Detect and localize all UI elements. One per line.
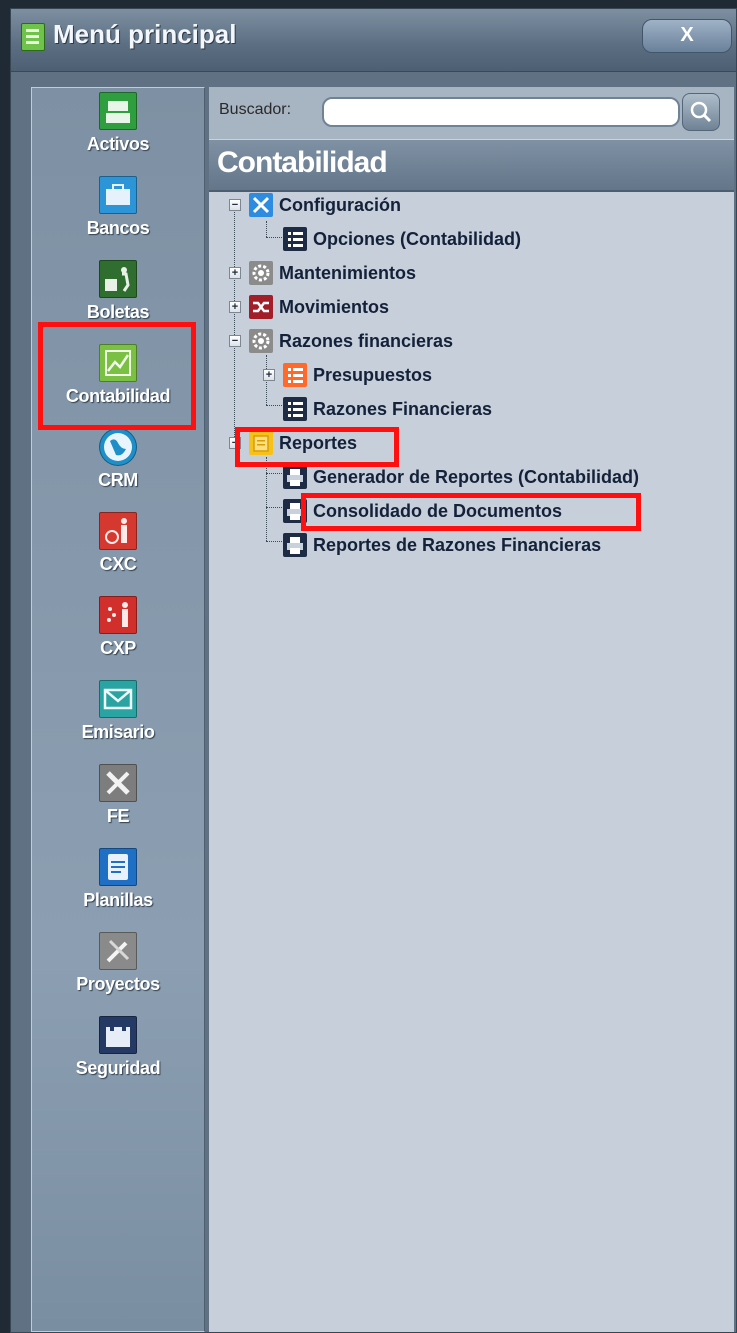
tree-node-reportes-razones[interactable]: Reportes de Razones Financieras — [263, 531, 733, 561]
window-title: Menú principal — [53, 19, 237, 49]
list-icon — [283, 227, 307, 251]
sidebar-item-activos[interactable]: Activos — [32, 92, 204, 155]
gear-icon — [249, 329, 273, 353]
collapse-icon[interactable]: − — [229, 335, 241, 347]
list-icon — [283, 397, 307, 421]
tree-node-label: Movimientos — [279, 297, 390, 317]
tree-node-label: Razones financieras — [279, 331, 454, 351]
section-title: Contabilidad — [217, 146, 388, 179]
expand-icon[interactable]: + — [229, 267, 241, 279]
cash-register-icon — [99, 92, 137, 130]
sidebar-item-label: Boletas — [86, 302, 150, 322]
list-icon — [283, 363, 307, 387]
wrench-screwdriver-icon — [249, 193, 273, 217]
tree-node-label: Opciones (Contabilidad) — [313, 229, 522, 249]
sidebar-item-proyectos[interactable]: Proyectos — [32, 932, 204, 995]
close-button[interactable]: X — [642, 19, 732, 53]
tree-node-label: Razones Financieras — [313, 399, 493, 419]
tree-node-configuracion[interactable]: − Configuración — [229, 191, 589, 221]
expand-icon[interactable]: + — [229, 301, 241, 313]
tree-node-movimientos[interactable]: + Movimientos — [229, 293, 589, 323]
sidebar-item-label: CXP — [100, 638, 136, 658]
tree-node-presupuestos[interactable]: + Presupuestos — [263, 361, 623, 391]
search-button[interactable] — [682, 93, 720, 131]
sidebar-item-seguridad[interactable]: Seguridad — [32, 1016, 204, 1079]
tree-node-generador-reportes[interactable]: Generador de Reportes (Contabilidad) — [263, 463, 733, 493]
tree-node-label: Reportes de Razones Financieras — [313, 535, 602, 555]
sidebar-item-fe[interactable]: FE — [32, 764, 204, 827]
sidebar-item-bancos[interactable]: Bancos — [32, 176, 204, 239]
sidebar-item-label: Emisario — [81, 722, 155, 742]
printer-icon — [283, 465, 307, 489]
envelope-icon — [99, 680, 137, 718]
menu-tree: − Configuración Opciones (Contabilidad) … — [209, 191, 734, 1332]
printer-icon — [283, 533, 307, 557]
menu-app-icon — [21, 23, 45, 51]
expand-icon[interactable]: + — [263, 369, 275, 381]
main-menu-window: Menú principal X Activos Bancos Boletas … — [10, 8, 737, 1333]
tree-node-razones-financieras-child[interactable]: Razones Financieras — [263, 395, 623, 425]
sidebar-item-crm[interactable]: CRM — [32, 428, 204, 491]
search-label: Buscador: — [219, 101, 292, 118]
briefcase-icon — [99, 176, 137, 214]
sidebar-item-label: CXC — [99, 554, 137, 574]
person-money-icon — [99, 512, 137, 550]
tree-node-label: Generador de Reportes (Contabilidad) — [313, 467, 640, 487]
gear-icon — [249, 261, 273, 285]
collapse-icon[interactable]: − — [229, 199, 241, 211]
sidebar-item-cxp[interactable]: CXP — [32, 596, 204, 659]
reportes-highlight — [235, 427, 399, 467]
tree-node-label: Presupuestos — [313, 365, 433, 385]
sidebar-item-label: Proyectos — [76, 974, 160, 994]
sidebar-item-label: Activos — [86, 134, 150, 154]
pencil-ruler-icon — [99, 932, 137, 970]
contabilidad-highlight — [38, 322, 196, 430]
globe-icon — [99, 428, 137, 466]
castle-icon — [99, 1016, 137, 1054]
tree-node-opciones[interactable]: Opciones (Contabilidad) — [263, 225, 683, 255]
search-bar: Buscador: — [209, 87, 734, 139]
sidebar-item-label: CRM — [98, 470, 138, 490]
sidebar-item-label: FE — [106, 806, 130, 826]
tree-node-razones-financieras[interactable]: − Razones financieras — [229, 327, 589, 357]
tree-node-label: Configuración — [279, 195, 401, 215]
search-icon — [690, 101, 712, 123]
document-icon — [99, 848, 137, 886]
tools-icon — [99, 764, 137, 802]
title-bar: Menú principal X — [11, 9, 736, 72]
search-input[interactable] — [322, 97, 680, 127]
delivery-icon — [99, 260, 137, 298]
shuffle-icon — [249, 295, 273, 319]
sidebar-item-label: Seguridad — [75, 1058, 161, 1078]
consolidado-highlight — [301, 493, 641, 531]
tree-node-mantenimientos[interactable]: + Mantenimientos — [229, 259, 589, 289]
window-body: Activos Bancos Boletas Contabilidad CRM … — [11, 79, 736, 1332]
sidebar-item-boletas[interactable]: Boletas — [32, 260, 204, 323]
sidebar-item-planillas[interactable]: Planillas — [32, 848, 204, 911]
sidebar-item-cxc[interactable]: CXC — [32, 512, 204, 575]
module-panel: Buscador: Contabilidad − Configuración O… — [209, 87, 734, 1332]
person-coins-icon — [99, 596, 137, 634]
tree-node-label: Mantenimientos — [279, 263, 417, 283]
sidebar-item-label: Planillas — [83, 890, 153, 910]
module-sidebar: Activos Bancos Boletas Contabilidad CRM … — [31, 87, 205, 1332]
sidebar-item-label: Bancos — [86, 218, 150, 238]
section-header: Contabilidad — [209, 139, 734, 192]
sidebar-item-emisario[interactable]: Emisario — [32, 680, 204, 743]
